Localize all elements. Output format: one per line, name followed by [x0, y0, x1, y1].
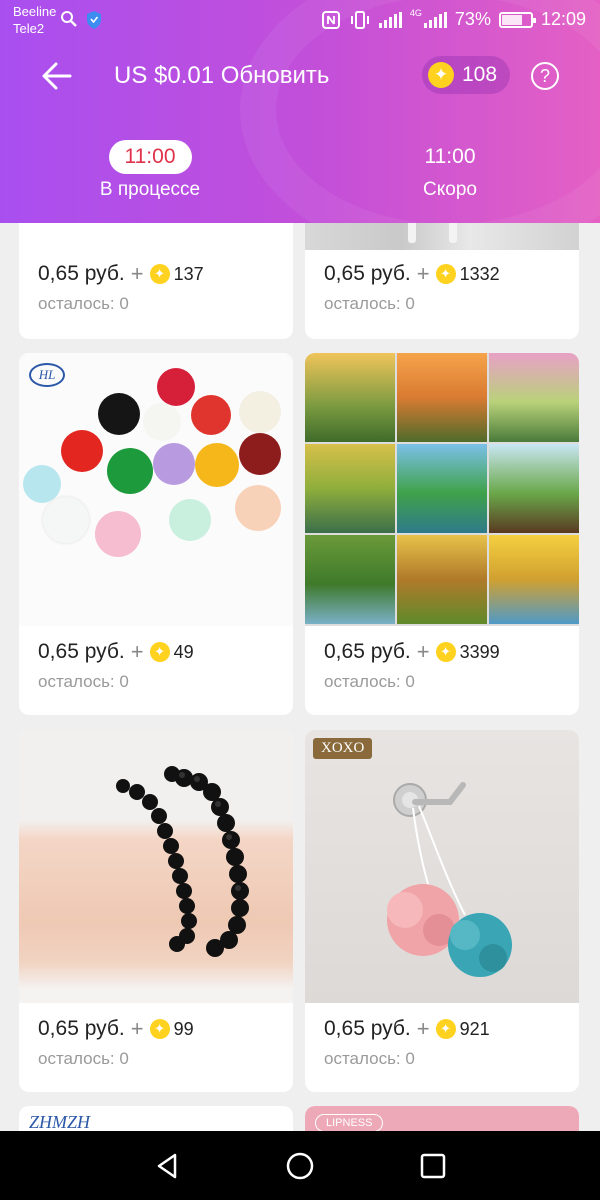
product-info: 0,65 руб. + ✦ 3399 осталось: 0 — [324, 638, 500, 692]
coin-icon: ✦ — [435, 1019, 456, 1039]
product-card[interactable]: ZHMZH — [19, 1106, 293, 1131]
remaining-count: осталось: 0 — [324, 1049, 415, 1068]
tab-label: В процессе — [99, 179, 201, 200]
coin-balance[interactable]: ✦ 108 — [422, 56, 510, 94]
product-image: LIPNESS — [305, 1106, 579, 1131]
remaining-count: осталось: 0 — [38, 1049, 129, 1068]
nfc-icon — [321, 10, 340, 29]
product-coins: 99 — [173, 1018, 194, 1039]
product-card[interactable]: LIPNESS — [305, 1106, 579, 1131]
help-icon[interactable]: ? — [531, 62, 559, 90]
status-right: 4G 73% 12:09 — [321, 9, 586, 30]
product-card[interactable]: 0,65 руб. + ✦ 3399 осталось: 0 — [305, 353, 579, 715]
bracelet-illustration — [116, 766, 249, 957]
bath-sponge-illustration — [387, 782, 512, 977]
coin-icon: ✦ — [149, 1019, 170, 1039]
coin-icon: ✦ — [435, 264, 456, 284]
coin-balance-value: 108 — [462, 63, 498, 86]
coin-icon: ✦ — [435, 642, 456, 662]
signal-strength-1 — [378, 11, 402, 28]
product-card[interactable]: XOXO 0,65 руб. + ✦ 921 осталось: 0 — [305, 730, 579, 1092]
product-price: 0,65 руб. — [38, 1017, 125, 1040]
tab-time: 11:00 — [424, 145, 476, 168]
product-image — [305, 223, 579, 250]
nav-home-icon[interactable] — [285, 1151, 315, 1181]
product-card[interactable]: 0,65 руб. + ✦ 137 осталось: 0 — [19, 223, 293, 339]
back-arrow-icon[interactable] — [40, 59, 74, 93]
plus-sign: + — [130, 261, 144, 286]
battery-percent: 73% — [454, 9, 491, 29]
product-card[interactable]: HL 0,65 руб. + ✦ 49 осталось: 0 — [19, 353, 293, 715]
product-grid: 0,65 руб. + ✦ 137 осталось: 0 0,65 руб. + ✦ 13… — [0, 223, 600, 1131]
brand-logo: LIPNESS — [315, 1114, 384, 1131]
product-coins: 3399 — [459, 641, 500, 662]
remaining-count: осталось: 0 — [38, 672, 129, 691]
tab-soon[interactable]: 11:00 Скоро — [350, 140, 550, 201]
product-info: 0,65 руб. + ✦ 1332 осталось: 0 — [324, 260, 500, 314]
product-image: XOXO — [305, 730, 579, 1003]
tab-time: 11:00 — [108, 140, 192, 174]
product-price: 0,65 руб. — [324, 640, 411, 663]
product-price: 0,65 руб. — [38, 262, 125, 285]
remaining-count: осталось: 0 — [38, 294, 129, 313]
carrier-2: Tele2 — [13, 21, 45, 36]
remaining-count: осталось: 0 — [324, 672, 415, 691]
search-icon — [61, 11, 77, 27]
battery-fill — [501, 14, 523, 25]
plus-sign: + — [416, 261, 430, 286]
tab-label: Скоро — [423, 179, 477, 200]
battery-icon — [498, 11, 536, 28]
brand-logo: ZHMZH — [29, 1112, 91, 1131]
carrier-1: Beeline — [13, 4, 57, 19]
coin-icon: ✦ — [149, 264, 170, 284]
product-info: 0,65 руб. + ✦ 49 осталось: 0 — [38, 638, 194, 692]
product-card[interactable]: 0,65 руб. + ✦ 1332 осталось: 0 — [305, 223, 579, 339]
brand-logo: HL — [29, 363, 65, 387]
nav-back-icon[interactable] — [153, 1151, 183, 1181]
product-price: 0,65 руб. — [324, 262, 411, 285]
remaining-count: осталось: 0 — [324, 294, 415, 313]
coin-icon: ✦ — [149, 642, 170, 662]
page-title: US $0.01 Обновить — [114, 62, 330, 89]
system-nav-bar — [0, 1131, 600, 1200]
product-image: ZHMZH — [19, 1106, 293, 1131]
product-coins: 49 — [173, 641, 194, 662]
plus-sign: + — [130, 1016, 144, 1041]
coin-icon: ✦ — [428, 62, 454, 88]
product-info: 0,65 руб. + ✦ 137 осталось: 0 — [38, 260, 204, 314]
product-coins: 1332 — [459, 263, 500, 284]
product-price: 0,65 руб. — [324, 1017, 411, 1040]
product-coins: 921 — [459, 1018, 490, 1039]
brand-badge: XOXO — [313, 738, 373, 759]
network-type: 4G — [409, 8, 422, 18]
product-info: 0,65 руб. + ✦ 921 осталось: 0 — [324, 1015, 490, 1069]
product-card[interactable]: 0,65 руб. + ✦ 99 осталось: 0 — [19, 730, 293, 1092]
clock: 12:09 — [540, 9, 586, 29]
time-tabs: 11:00 В процессе 11:00 Скоро — [0, 140, 600, 210]
product-coins: 137 — [173, 263, 204, 284]
plus-sign: + — [416, 1016, 430, 1041]
status-bar: Beeline Tele2 4G 73% 12:09 — [0, 0, 600, 40]
header: Beeline Tele2 4G 73% 12:09 US $0.01 Обно… — [0, 0, 600, 223]
plus-sign: + — [130, 639, 144, 664]
shield-icon — [87, 11, 101, 29]
top-bar: US $0.01 Обновить ✦ 108 ? — [0, 50, 600, 100]
product-price: 0,65 руб. — [38, 640, 125, 663]
vibrate-icon — [350, 10, 369, 29]
tab-in-progress[interactable]: 11:00 В процессе — [50, 140, 250, 201]
nav-recents-icon[interactable] — [418, 1151, 448, 1181]
product-image: HL — [19, 353, 293, 626]
product-info: 0,65 руб. + ✦ 99 осталось: 0 — [38, 1015, 194, 1069]
signal-strength-2 — [423, 11, 447, 28]
product-image — [305, 353, 579, 626]
carrier-names: Beeline Tele2 — [13, 3, 56, 37]
product-image — [19, 730, 293, 1003]
plus-sign: + — [416, 639, 430, 664]
